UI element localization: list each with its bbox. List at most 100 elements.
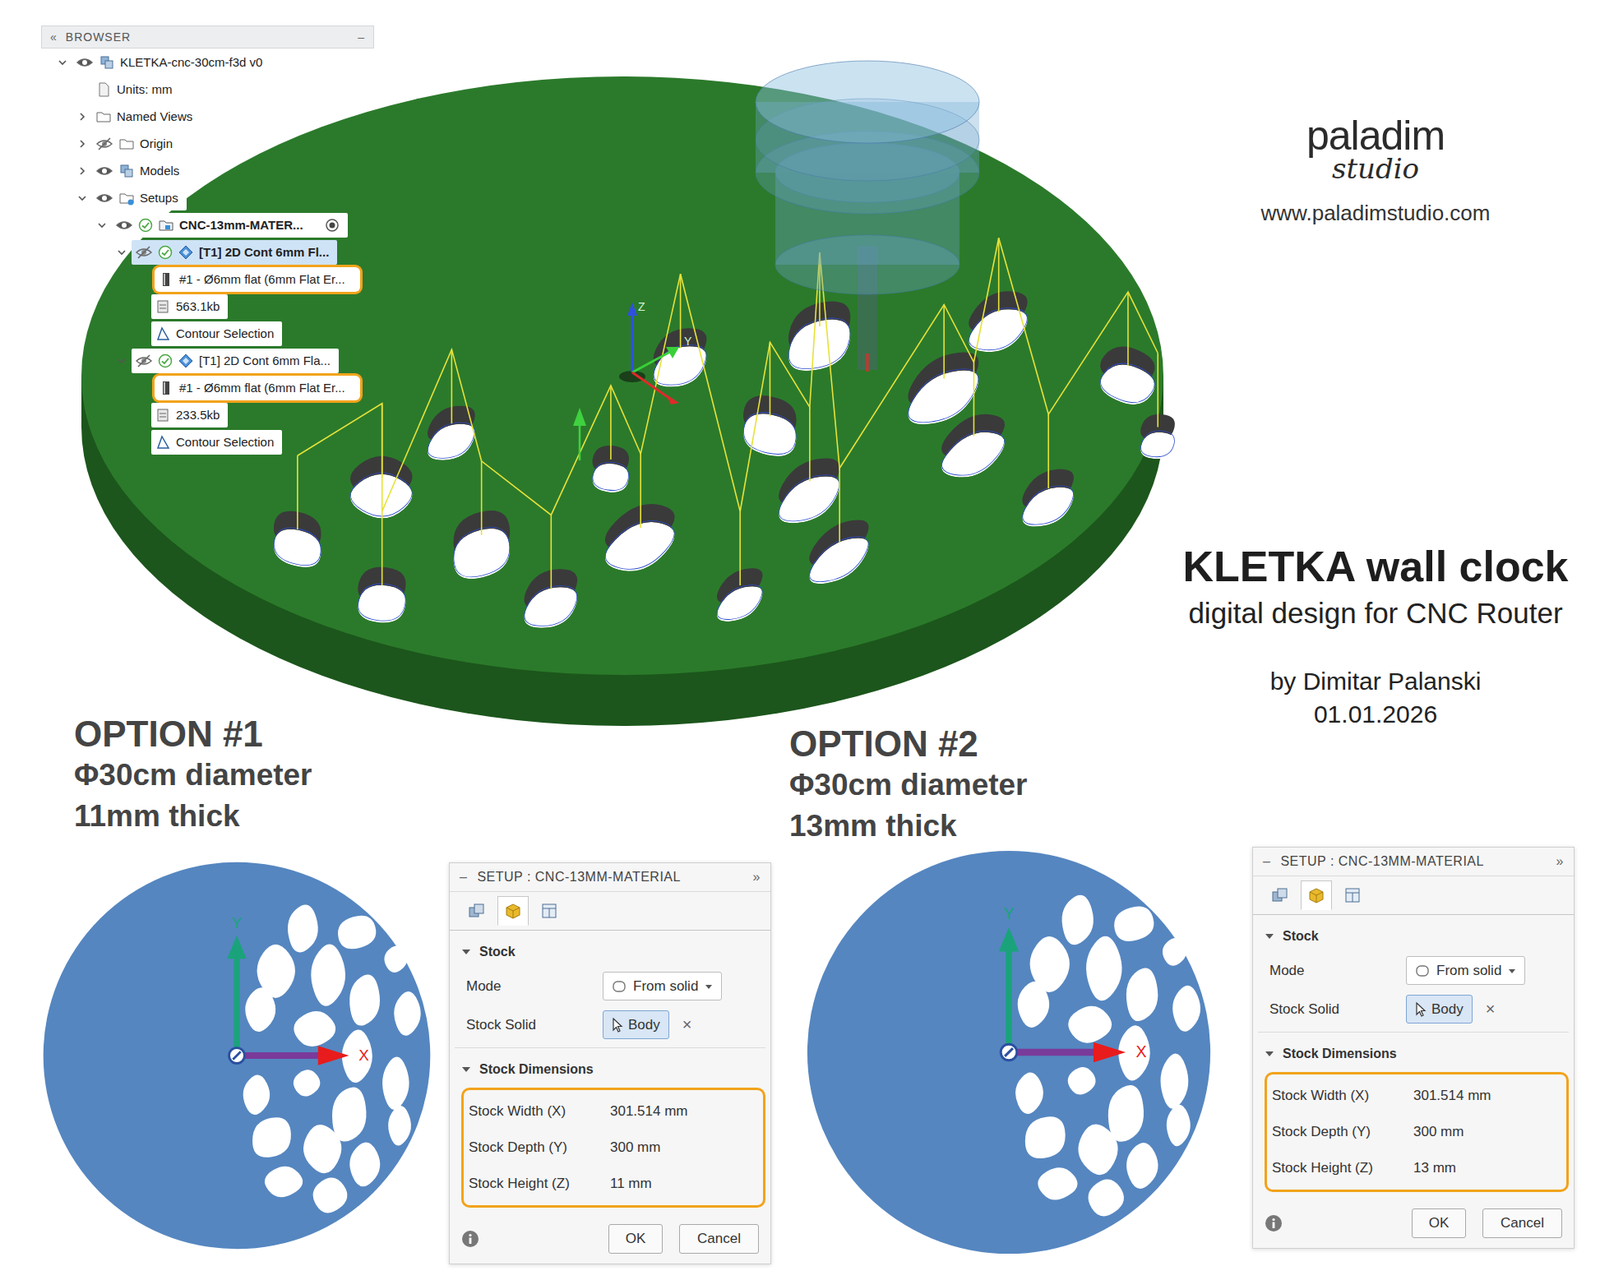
- row-content[interactable]: 233.5kb: [151, 402, 228, 428]
- info-icon[interactable]: [1264, 1214, 1283, 1233]
- row-content[interactable]: Contour Selection: [151, 430, 283, 455]
- expander[interactable]: [111, 355, 132, 367]
- expand-button[interactable]: »: [1556, 854, 1564, 870]
- setup-tab[interactable]: [533, 896, 565, 926]
- browser-row[interactable]: 233.5kb: [41, 401, 375, 429]
- browser-row[interactable]: Models: [41, 157, 375, 185]
- setup-tab[interactable]: [1300, 880, 1332, 911]
- section-header[interactable]: Stock: [1264, 921, 1569, 952]
- section-header[interactable]: Stock Dimensions: [461, 1054, 766, 1085]
- expand-button[interactable]: »: [753, 869, 761, 885]
- hole: [1025, 1116, 1066, 1159]
- browser-row[interactable]: [T1] 2D Cont 6mm Fl...: [41, 238, 375, 266]
- row-content[interactable]: #1 - Ø6mm flat (6mm Flat Er...: [154, 267, 361, 292]
- eye-hidden-icon[interactable]: [95, 136, 114, 152]
- row-content[interactable]: 563.1kb: [151, 294, 228, 320]
- expander[interactable]: [92, 219, 112, 232]
- chevron-down-icon[interactable]: [96, 219, 108, 232]
- ok-button[interactable]: OK: [608, 1224, 663, 1254]
- hole: [293, 1011, 336, 1047]
- eye-icon[interactable]: [75, 55, 94, 70]
- chevron-down-icon[interactable]: [115, 246, 128, 259]
- chevron-right-icon[interactable]: [76, 165, 88, 177]
- clear-button[interactable]: ×: [1485, 999, 1496, 1019]
- collapse-button[interactable]: «: [50, 30, 58, 44]
- browser-row[interactable]: Origin: [41, 129, 375, 158]
- row-content[interactable]: Origin: [92, 131, 181, 157]
- ok-button[interactable]: OK: [1411, 1208, 1466, 1239]
- caret-down-icon[interactable]: [1264, 1049, 1275, 1059]
- active-setup-radio-icon[interactable]: [324, 217, 340, 233]
- stock-solid-row: Stock Solid Body ×: [1264, 989, 1569, 1029]
- chevron-right-icon[interactable]: [76, 110, 88, 123]
- browser-row[interactable]: CNC-13mm-MATER...: [41, 211, 375, 239]
- browser-row[interactable]: #1 - Ø6mm flat (6mm Flat Er...: [41, 265, 375, 293]
- setup-tab[interactable]: [1264, 880, 1296, 911]
- mode-dropdown[interactable]: From solid: [602, 971, 722, 1001]
- brand-url[interactable]: www.paladimstudio.com: [1261, 200, 1491, 226]
- browser-row[interactable]: 563.1kb: [41, 292, 375, 320]
- hole: [1037, 1167, 1078, 1200]
- chevron-down-icon[interactable]: [115, 355, 128, 367]
- setup-tab[interactable]: [1336, 880, 1369, 911]
- row-content[interactable]: Units: mm: [92, 77, 181, 102]
- row-content[interactable]: CNC-13mm-MATER...: [111, 212, 348, 238]
- chevron-down-icon[interactable]: [56, 56, 69, 69]
- hole: [245, 987, 276, 1032]
- expander[interactable]: [72, 165, 93, 177]
- caret-down-icon[interactable]: [461, 947, 472, 958]
- browser-row[interactable]: #1 - Ø6mm flat (6mm Flat Er...: [41, 374, 375, 402]
- row-content[interactable]: [T1] 2D Cont 6mm Fla...: [131, 348, 339, 374]
- minimize-button[interactable]: –: [357, 30, 366, 44]
- cancel-button[interactable]: Cancel: [1482, 1208, 1563, 1239]
- cancel-button[interactable]: Cancel: [679, 1224, 759, 1254]
- expander[interactable]: [111, 246, 132, 259]
- eye-icon[interactable]: [95, 190, 114, 206]
- tool-icon: [157, 271, 175, 288]
- clear-button[interactable]: ×: [682, 1015, 693, 1035]
- section-header[interactable]: Stock Dimensions: [1264, 1039, 1569, 1069]
- eye-icon[interactable]: [115, 217, 134, 233]
- collapse-button[interactable]: –: [1262, 854, 1271, 870]
- browser-row[interactable]: [T1] 2D Cont 6mm Fla...: [41, 346, 375, 375]
- row-content[interactable]: Contour Selection: [151, 321, 283, 347]
- expander[interactable]: [72, 110, 93, 123]
- browser-row[interactable]: Contour Selection: [41, 428, 375, 456]
- row-content[interactable]: [T1] 2D Cont 6mm Fl...: [131, 240, 338, 265]
- body-select-button[interactable]: Body: [1405, 994, 1473, 1024]
- expander[interactable]: [72, 138, 93, 150]
- hole: [1077, 1124, 1118, 1176]
- browser-row[interactable]: Units: mm: [41, 75, 375, 103]
- setup-tab[interactable]: [497, 896, 529, 926]
- expander[interactable]: [72, 192, 93, 204]
- expander[interactable]: [52, 56, 73, 69]
- chevron-down-icon[interactable]: [76, 192, 88, 204]
- row-content[interactable]: KLETKA-cnc-30cm-f3d v0: [72, 50, 271, 75]
- y-axis-label: Y: [684, 334, 693, 348]
- browser-row[interactable]: Setups: [41, 184, 375, 212]
- caret-down-icon[interactable]: [1264, 931, 1275, 942]
- eye-icon[interactable]: [95, 163, 114, 179]
- setup-tab[interactable]: [461, 896, 493, 926]
- hole: [1086, 936, 1123, 1002]
- post-process-icon: [539, 901, 560, 921]
- section-header[interactable]: Stock: [461, 937, 766, 967]
- chevron-right-icon[interactable]: [76, 138, 88, 150]
- browser-row[interactable]: Named Views: [41, 102, 375, 130]
- row-content[interactable]: Models: [92, 158, 188, 184]
- row-content[interactable]: Named Views: [92, 104, 201, 130]
- info-icon[interactable]: [461, 1230, 480, 1249]
- collapse-button[interactable]: –: [459, 869, 468, 885]
- row-content[interactable]: Setups: [92, 185, 187, 211]
- browser-row[interactable]: KLETKA-cnc-30cm-f3d v0: [41, 48, 375, 76]
- brand-block: paladim studio www.paladimstudio.com KLE…: [1153, 0, 1598, 709]
- body-select-button[interactable]: Body: [602, 1010, 670, 1040]
- caret-down-icon[interactable]: [461, 1064, 472, 1075]
- row-content[interactable]: #1 - Ø6mm flat (6mm Flat Er...: [154, 375, 361, 401]
- mode-dropdown[interactable]: From solid: [1405, 956, 1526, 985]
- browser-row[interactable]: Contour Selection: [41, 319, 375, 347]
- eye-hidden-icon[interactable]: [134, 245, 153, 260]
- hole: [264, 1166, 303, 1198]
- eye-hidden-icon[interactable]: [134, 353, 153, 369]
- start-arrow-icon: [573, 407, 587, 461]
